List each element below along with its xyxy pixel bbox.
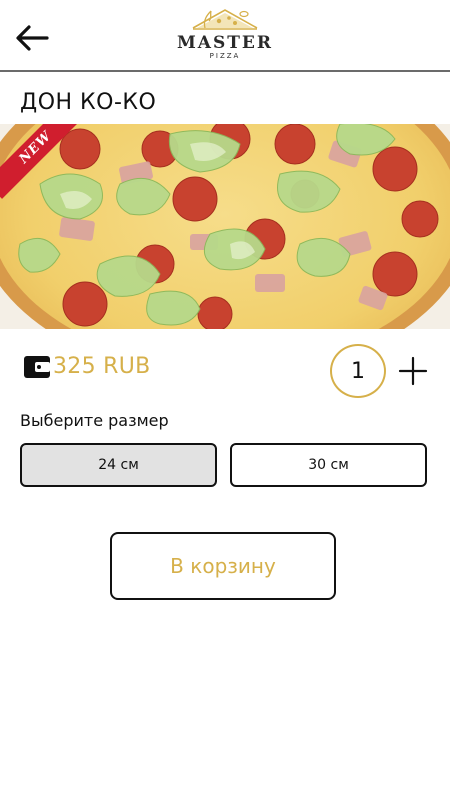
product-image: NEW — [0, 124, 450, 329]
size-option-30[interactable]: 30 см — [230, 443, 427, 487]
product-price: 325 RUB — [53, 354, 151, 379]
pizza-image — [0, 124, 450, 329]
increase-quantity-button[interactable] — [396, 354, 430, 388]
size-selector-label: Выберите размер — [20, 411, 169, 430]
app-header: MASTER PIZZA — [0, 0, 450, 72]
quantity-display: 1 — [330, 344, 386, 398]
back-button[interactable] — [12, 18, 52, 58]
product-title: ДОН КО-КО — [20, 90, 157, 115]
logo-title: MASTER — [176, 33, 274, 53]
plus-icon — [398, 356, 428, 386]
logo-emblem-icon — [192, 9, 258, 30]
wallet-icon — [24, 356, 50, 378]
brand-logo: MASTER PIZZA — [160, 6, 290, 68]
arrow-left-icon — [16, 25, 49, 51]
price-quantity-row: 325 RUB 1 — [0, 344, 450, 398]
logo-subtitle: PIZZA — [209, 52, 241, 60]
add-to-cart-button[interactable]: В корзину — [110, 532, 336, 600]
size-option-24[interactable]: 24 см — [20, 443, 217, 487]
